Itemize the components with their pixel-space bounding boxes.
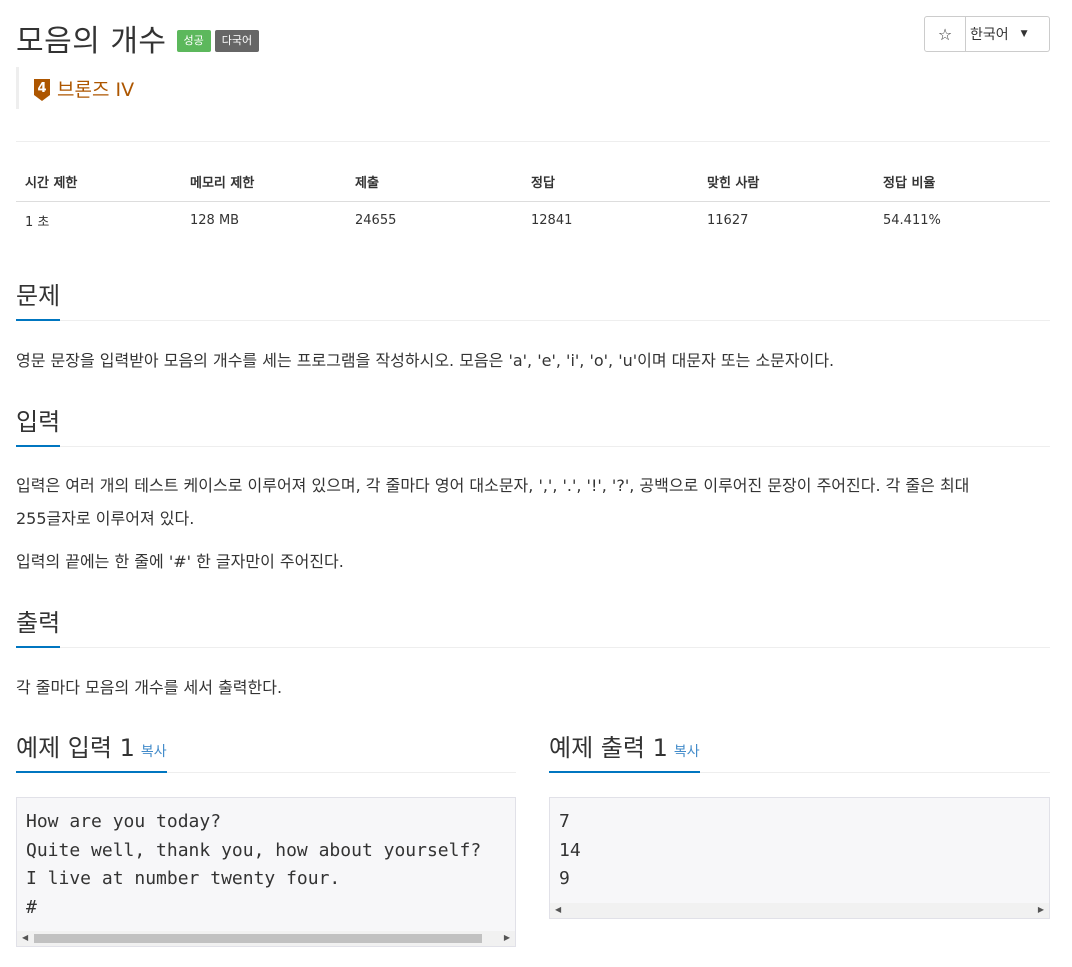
star-button[interactable]: ☆ [924, 16, 966, 52]
problem-title: 모음의 개수 [16, 24, 167, 59]
memory-limit-value: 128 MB [190, 213, 240, 228]
header-memory-limit: 메모리 제한 [181, 161, 346, 202]
scroll-left-icon[interactable]: ◀ [555, 905, 561, 914]
sample-input-box[interactable]: How are you today? Quite well, thank you… [16, 797, 516, 947]
problem-actions: ☆ 한국어 ▼ [924, 16, 1050, 52]
description-text: 영문 문장을 입력받아 모음의 개수를 세는 프로그램을 작성하시오. 모음은 … [16, 351, 835, 370]
output-text: 각 줄마다 모음의 개수를 세서 출력한다. [16, 678, 283, 697]
table-header-row: 시간 제한 메모리 제한 제출 정답 맞힌 사람 정답 비율 [16, 161, 1050, 202]
accept-ratio-value: 54.411% [883, 213, 941, 228]
sample-output-content: 7 14 9 [559, 811, 581, 889]
output-headline: 출력 [16, 603, 1050, 648]
sample-input-headline: 예제 입력 1 복사 [16, 728, 516, 773]
description-headline: 문제 [16, 276, 1050, 321]
header-submissions: 제출 [346, 161, 522, 202]
header-solved-users: 맞힌 사람 [698, 161, 874, 202]
output-heading: 출력 [16, 603, 61, 648]
input-text-line-1: 입력은 여러 개의 테스트 케이스로 이루어져 있으며, 각 줄마다 영어 대소… [16, 476, 970, 495]
bronze-tier-icon: 4 [34, 79, 50, 101]
header-accepted: 정답 [522, 161, 698, 202]
sample-input-content: How are you today? Quite well, thank you… [26, 811, 482, 918]
input-text-line-2: 255글자로 이루어져 있다. [16, 509, 195, 528]
tier-level: 4 [37, 81, 46, 96]
header-accept-ratio: 정답 비율 [874, 161, 1050, 202]
sample-output-headline: 예제 출력 1 복사 [549, 728, 1050, 773]
caret-down-icon: ▼ [1020, 29, 1028, 39]
scroll-right-icon[interactable]: ▶ [504, 933, 510, 942]
language-label: 한국어 [970, 27, 1009, 43]
multilang-badge: 다국어 [214, 30, 260, 52]
scroll-left-icon[interactable]: ◀ [22, 933, 28, 942]
tier-row: 4 브론즈 IV [16, 67, 134, 109]
sample-output-heading: 예제 출력 1 [549, 734, 668, 762]
table-row: 1 초 128 MB 24655 12841 11627 54.411% [16, 202, 1050, 240]
accepted-value: 12841 [531, 213, 573, 228]
star-icon: ☆ [937, 24, 953, 44]
submissions-value: 24655 [355, 213, 397, 228]
solved-users-value: 11627 [707, 213, 749, 228]
horizontal-scrollbar[interactable]: ◀ ▶ [17, 931, 515, 946]
divider [16, 141, 1050, 142]
copy-sample-input-button[interactable]: 복사 [141, 744, 167, 760]
status-badge-success: 성공 [176, 30, 211, 52]
input-headline: 입력 [16, 402, 1050, 447]
description-heading: 문제 [16, 276, 61, 321]
scrollbar-thumb[interactable] [34, 934, 482, 943]
sample-output-box[interactable]: 7 14 9 ◀ ▶ [549, 797, 1050, 919]
header-time-limit: 시간 제한 [16, 161, 181, 202]
copy-sample-output-button[interactable]: 복사 [674, 744, 700, 760]
problem-info-table: 시간 제한 메모리 제한 제출 정답 맞힌 사람 정답 비율 1 초 128 M… [16, 161, 1050, 239]
input-text-line-3: 입력의 끝에는 한 줄에 '#' 한 글자만이 주어진다. [16, 552, 344, 571]
tier-label: 브론즈 IV [57, 78, 135, 101]
time-limit-value: 1 초 [25, 215, 50, 230]
language-dropdown[interactable]: 한국어 ▼ [966, 16, 1050, 52]
horizontal-scrollbar[interactable]: ◀ ▶ [550, 903, 1049, 918]
sample-input-heading: 예제 입력 1 [16, 734, 135, 762]
title-row: 모음의 개수 성공 다국어 [16, 16, 260, 60]
input-heading: 입력 [16, 402, 61, 447]
scroll-right-icon[interactable]: ▶ [1038, 905, 1044, 914]
